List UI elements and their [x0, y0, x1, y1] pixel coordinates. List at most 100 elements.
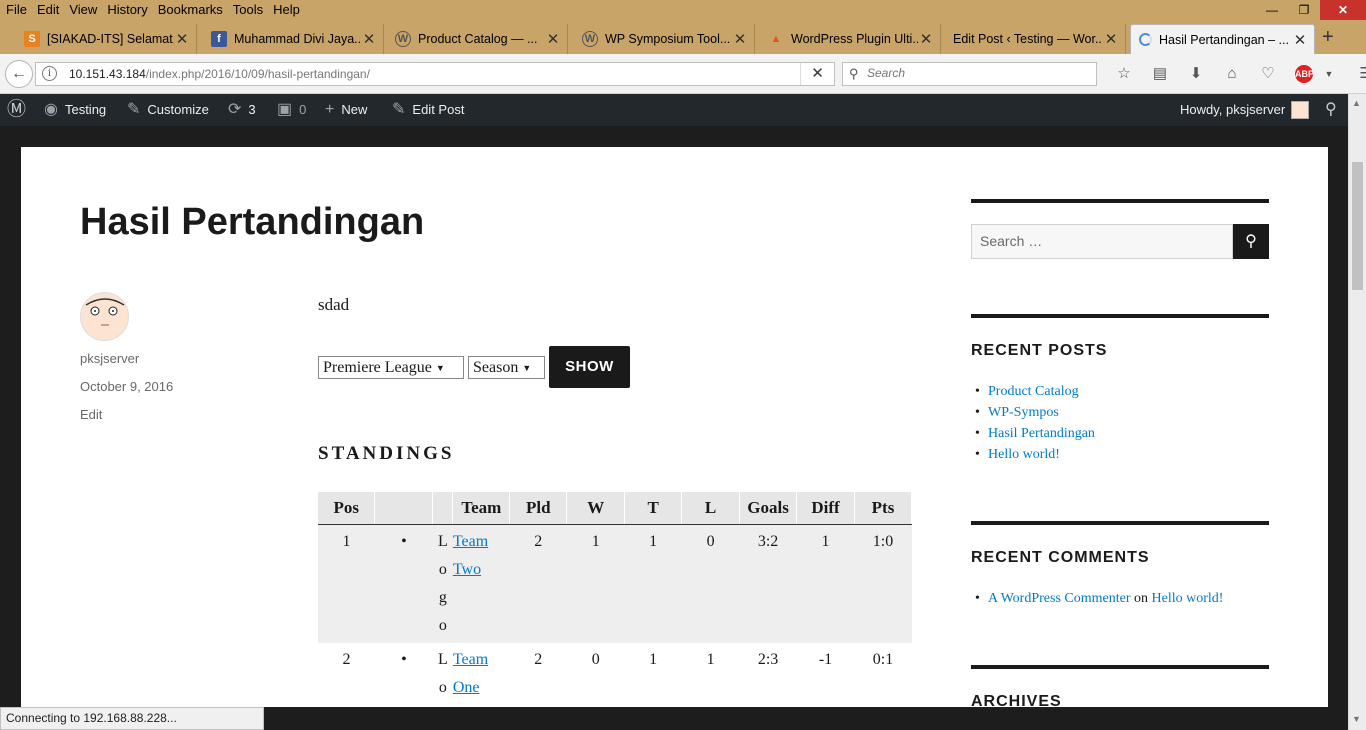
close-tab-icon[interactable]: ✕ — [1292, 31, 1308, 49]
cell-t: 1 — [649, 651, 658, 668]
reading-list-icon[interactable]: ▤ — [1142, 64, 1178, 84]
menu-items: File Edit View History Bookmarks Tools H… — [6, 2, 310, 17]
tab-wp-symposium[interactable]: W WP Symposium Tool... ✕ — [574, 24, 755, 54]
home-icon[interactable]: ⌂ — [1214, 64, 1250, 84]
scroll-up-icon[interactable]: ▲ — [1352, 98, 1361, 108]
close-window-icon[interactable]: ✕ — [1320, 0, 1366, 20]
pocket-icon[interactable]: ♡ — [1250, 64, 1286, 84]
dropdown-arrow-icon[interactable]: ▼ — [1322, 64, 1336, 84]
recent-comments-list: A WordPress Commenter on Hello world! — [971, 588, 1223, 609]
cell-l: 1 — [706, 651, 715, 668]
back-icon[interactable]: ← — [5, 60, 33, 88]
table-row: 1 • L o g o Team Two 2 1 1 0 3:2 1 1:0 — [318, 524, 912, 643]
menu-help[interactable]: Help — [273, 2, 300, 17]
restore-icon[interactable]: ❐ — [1288, 0, 1320, 20]
site-name: Testing — [64, 102, 107, 117]
minimize-icon[interactable]: — — [1256, 0, 1288, 20]
admin-edit-post-link[interactable]: ✎ Edit Post — [392, 94, 464, 126]
close-tab-icon[interactable]: ✕ — [1103, 30, 1119, 48]
search-icon[interactable]: ⚲ — [1233, 224, 1269, 259]
url-text[interactable]: 10.151.43.184/index.php/2016/10/09/hasil… — [69, 67, 370, 81]
post-date[interactable]: October 9, 2016 — [80, 379, 173, 394]
admin-customize-link[interactable]: ✎ Customize — [127, 94, 209, 126]
cell-goals: 2:3 — [757, 651, 779, 668]
logo-char: o — [438, 616, 447, 634]
tab-title: Muhammad Divi Jaya... — [234, 32, 361, 46]
menu-bookmarks[interactable]: Bookmarks — [158, 2, 223, 17]
search-input[interactable] — [867, 66, 1087, 80]
col-w: W — [566, 492, 626, 525]
show-button[interactable]: SHOW — [549, 346, 630, 388]
menu-view[interactable]: View — [69, 2, 97, 17]
recent-post-link[interactable]: WP-Sympos — [988, 405, 1059, 420]
tab-edit-post[interactable]: Edit Post ‹ Testing — Wor... ✕ — [945, 24, 1126, 54]
adblock-icon[interactable]: ABP — [1295, 65, 1314, 83]
tab-wordpress-plugin[interactable]: ▲ WordPress Plugin Ulti... ✕ — [760, 24, 941, 54]
wordpress-icon: W — [582, 31, 598, 47]
admin-comments-link[interactable]: ▣ 0 — [277, 94, 306, 126]
close-tab-icon[interactable]: ✕ — [732, 30, 748, 48]
menu-tools[interactable]: Tools — [233, 2, 263, 17]
recent-post-link[interactable]: Hasil Pertandingan — [988, 426, 1095, 441]
wordpress-logo-icon[interactable]: Ⓜ — [7, 94, 33, 126]
team-link[interactable]: Team Two — [453, 533, 488, 578]
list-item: Hello world! — [971, 444, 1095, 465]
scroll-down-icon[interactable]: ▼ — [1352, 714, 1361, 724]
tab-hasil-pertandingan[interactable]: Hasil Pertandingan – ... ✕ — [1130, 24, 1315, 54]
tab-product-catalog[interactable]: W Product Catalog — ... ✕ — [387, 24, 568, 54]
menu-edit[interactable]: Edit — [37, 2, 59, 17]
admin-updates-link[interactable]: ⟳ 3 — [228, 94, 256, 126]
new-label: New — [341, 102, 368, 117]
sidebar-search-input[interactable]: Search … — [971, 224, 1233, 259]
comment-author-link[interactable]: A WordPress Commenter — [988, 591, 1131, 606]
close-tab-icon[interactable]: ✕ — [361, 30, 377, 48]
col-blank-2 — [432, 492, 454, 525]
admin-account-link[interactable]: Howdy, pksjserver — [1180, 94, 1310, 126]
new-tab-icon[interactable]: + — [1322, 26, 1334, 49]
recent-posts-title: RECENT POSTS — [971, 342, 1108, 359]
search-bar[interactable]: ⚲ — [842, 62, 1097, 86]
close-tab-icon[interactable]: ✕ — [174, 30, 190, 48]
plus-icon: + — [325, 101, 335, 118]
page-content: Hasil Pertandingan pksjserver October 9,… — [21, 147, 1328, 707]
recent-post-link[interactable]: Hello world! — [988, 447, 1060, 462]
post-edit-link[interactable]: Edit — [80, 407, 102, 422]
customize-label: Customize — [147, 102, 209, 117]
fire-icon: ▲ — [770, 33, 782, 45]
download-icon[interactable]: ⬇ — [1178, 64, 1214, 84]
admin-search-icon[interactable]: ⚲ — [1325, 94, 1344, 126]
tab-siakad[interactable]: S [SIAKAD-ITS] Selamat... ✕ — [16, 24, 197, 54]
divider — [971, 314, 1269, 318]
page-scrollbar[interactable]: ▲ ▼ — [1348, 94, 1366, 730]
close-tab-icon[interactable]: ✕ — [545, 30, 561, 48]
recent-post-link[interactable]: Product Catalog — [988, 384, 1079, 399]
admin-site-link[interactable]: ◉ Testing — [44, 94, 106, 126]
league-select-value: Premiere League — [323, 359, 432, 376]
season-select[interactable]: Season ▼ — [468, 356, 545, 379]
info-icon[interactable]: i — [42, 66, 57, 81]
chevron-down-icon: ▼ — [435, 362, 445, 373]
team-link[interactable]: Team One — [453, 651, 488, 696]
cell-pos: 2 — [342, 651, 351, 668]
post-author[interactable]: pksjserver — [80, 351, 139, 366]
stop-icon[interactable]: ✕ — [800, 63, 834, 85]
league-select[interactable]: Premiere League ▼ — [318, 356, 464, 379]
bookmark-star-icon[interactable]: ☆ — [1106, 64, 1142, 84]
siakad-icon: S — [24, 31, 40, 47]
menu-file[interactable]: File — [6, 2, 27, 17]
col-blank-1 — [374, 492, 434, 525]
scrollbar-thumb[interactable] — [1352, 162, 1363, 290]
cell-bullet: • — [401, 651, 407, 668]
col-diff: Diff — [796, 492, 855, 525]
menu-history[interactable]: History — [107, 2, 147, 17]
close-tab-icon[interactable]: ✕ — [918, 30, 934, 48]
comment-post-link[interactable]: Hello world! — [1152, 591, 1224, 606]
tab-facebook[interactable]: f Muhammad Divi Jaya... ✕ — [203, 24, 384, 54]
hamburger-menu-icon[interactable]: ☰ — [1348, 64, 1366, 84]
cell-l: 0 — [681, 524, 740, 643]
admin-new-link[interactable]: + New — [325, 94, 367, 126]
wordpress-icon: W — [395, 31, 411, 47]
divider — [971, 199, 1269, 203]
comments-count: 0 — [299, 102, 307, 117]
url-bar[interactable]: i 10.151.43.184/index.php/2016/10/09/has… — [35, 62, 835, 86]
